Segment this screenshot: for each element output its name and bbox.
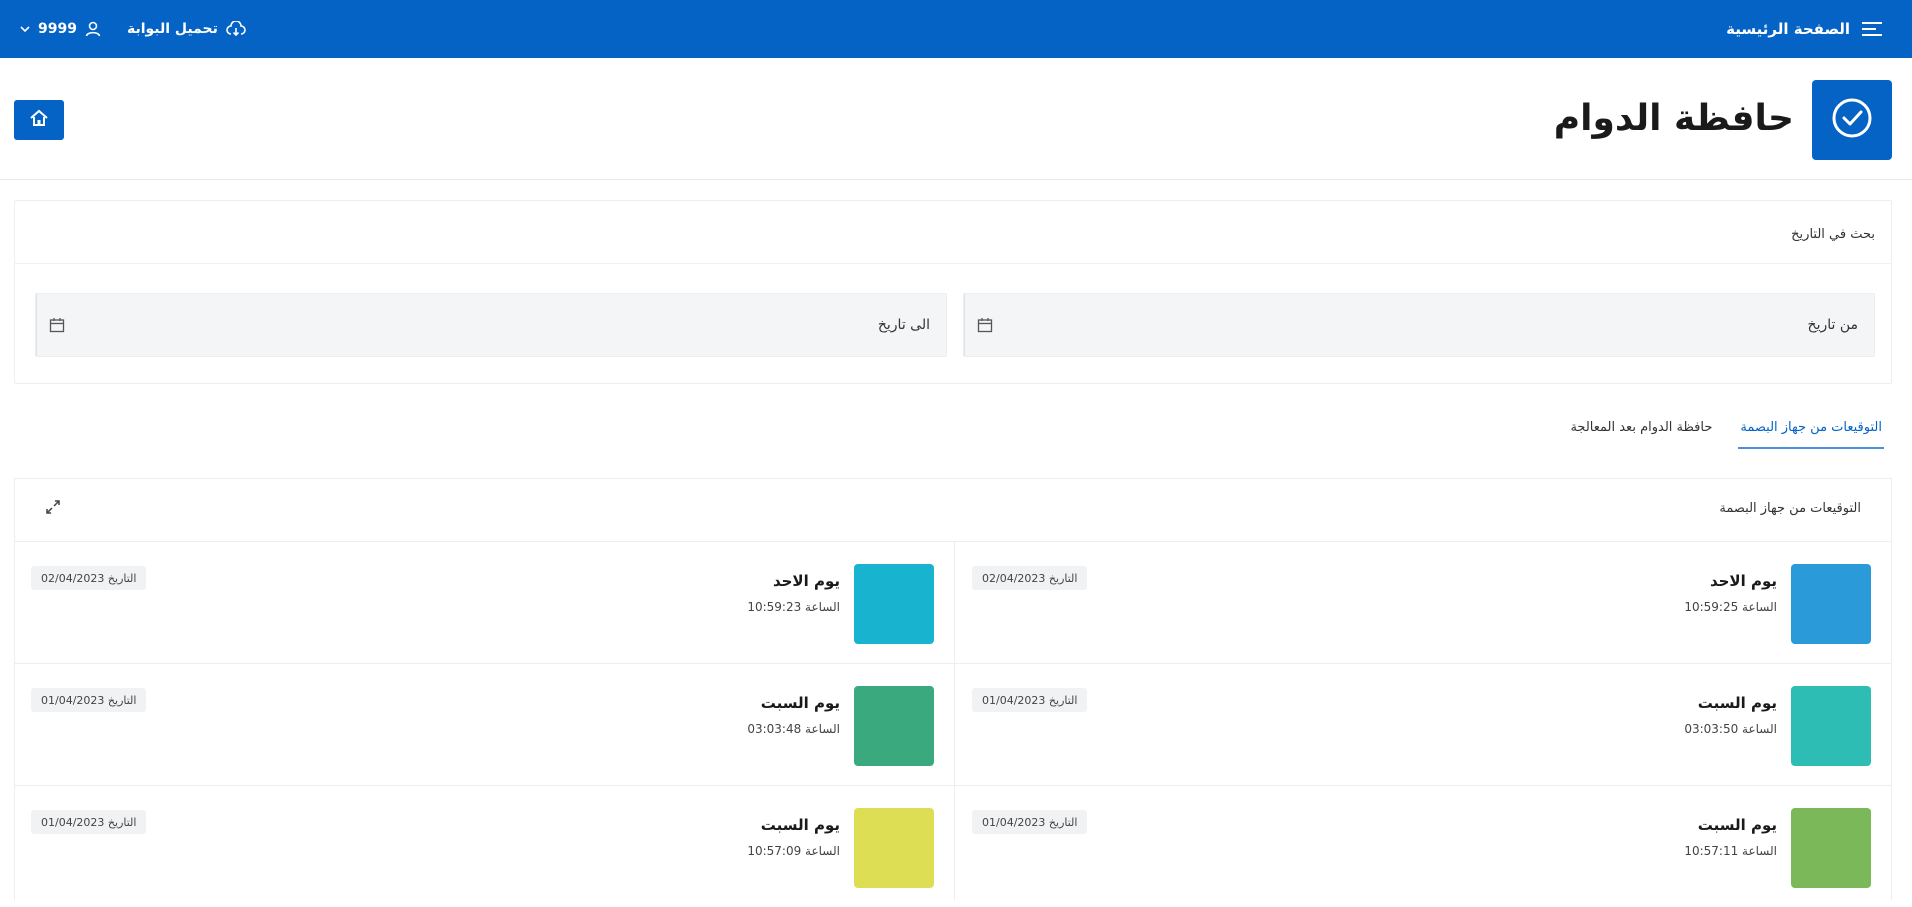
chevron-down-icon[interactable] (20, 25, 30, 33)
entry-color-tile (854, 564, 934, 644)
entry-date-badge: التاريخ 01/04/2023 (972, 810, 1088, 834)
list-item[interactable]: يوم السبت الساعة 10:57:11 التاريخ 01/04/… (952, 785, 1891, 907)
entry-day: يوم السبت (760, 694, 840, 712)
date-search-card: بحث في التاريخ من تاريخ الى تاريخ (14, 200, 1892, 384)
entry-time: الساعة 03:03:48 (747, 722, 840, 736)
entry-color-tile (1791, 686, 1871, 766)
home-icon (29, 108, 49, 132)
entry-time: الساعة 10:59:23 (747, 600, 840, 614)
list-title: التوقيعات من جهاز البصمة (1719, 501, 1861, 516)
home-button[interactable] (14, 100, 64, 140)
list-item[interactable]: يوم الاحد الساعة 10:59:23 التاريخ 02/04/… (15, 541, 954, 663)
entry-date-badge: التاريخ 01/04/2023 (31, 810, 147, 834)
entry-time: الساعة 10:57:09 (747, 844, 840, 858)
tabs-bar: التوقيعات من جهاز البصمة حافظة الدوام بع… (1568, 412, 1884, 454)
home-nav[interactable]: الصفحة الرئيسية (1726, 20, 1884, 38)
entry-day: يوم السبت (1697, 816, 1777, 834)
entry-day: يوم الاحد (772, 572, 840, 590)
from-date-field[interactable]: من تاريخ (963, 293, 1875, 357)
signatures-list-card: التوقيعات من جهاز البصمة يوم الاحد الساع… (14, 478, 1892, 900)
portal-download-label[interactable]: تحميل البوابة (127, 21, 218, 37)
entry-date-badge: التاريخ 02/04/2023 (972, 566, 1088, 590)
tab-device-signatures[interactable]: التوقيعات من جهاز البصمة (1738, 412, 1884, 449)
portal-download-link[interactable]: تحميل البوابة (127, 21, 246, 37)
card-divider (15, 263, 1891, 264)
to-calendar-icon[interactable] (36, 294, 76, 356)
entry-color-tile (1791, 808, 1871, 888)
entry-color-tile (854, 808, 934, 888)
from-date-label[interactable]: من تاريخ (1808, 317, 1858, 333)
page-header: حافظة الدوام (0, 58, 1912, 180)
entry-color-tile (1791, 564, 1871, 644)
list-item[interactable]: يوم السبت الساعة 03:03:50 التاريخ 01/04/… (952, 663, 1891, 785)
list-item[interactable]: يوم السبت الساعة 03:03:48 التاريخ 01/04/… (15, 663, 954, 785)
entry-day: يوم السبت (760, 816, 840, 834)
entry-time: الساعة 10:57:11 (1684, 844, 1777, 858)
entry-color-tile (854, 686, 934, 766)
entry-day: يوم الاحد (1709, 572, 1777, 590)
list-item[interactable]: يوم السبت الساعة 10:57:09 التاريخ 01/04/… (15, 785, 954, 907)
top-navbar: الصفحة الرئيسية تحميل البوابة 9999 (0, 0, 1912, 58)
entry-day: يوم السبت (1697, 694, 1777, 712)
check-circle-icon (1830, 96, 1874, 144)
entry-date-badge: التاريخ 02/04/2023 (31, 566, 147, 590)
search-card-title: بحث في التاريخ (1791, 227, 1875, 242)
to-date-label[interactable]: الى تاريخ (878, 317, 930, 333)
entry-time: الساعة 03:03:50 (1684, 722, 1777, 736)
hamburger-menu-icon[interactable] (1862, 20, 1884, 38)
list-item[interactable]: يوم الاحد الساعة 10:59:25 التاريخ 02/04/… (952, 541, 1891, 663)
page-title: حافظة الدوام (1553, 98, 1794, 139)
expand-icon[interactable] (43, 497, 63, 521)
entry-date-badge: التاريخ 01/04/2023 (31, 688, 147, 712)
page-badge (1812, 80, 1892, 160)
user-label[interactable]: 9999 (38, 21, 77, 37)
tab-processed-attendance[interactable]: حافظة الدوام بعد المعالجة (1568, 412, 1714, 447)
home-nav-label[interactable]: الصفحة الرئيسية (1726, 20, 1850, 38)
cloud-download-icon (226, 21, 246, 37)
user-icon (85, 21, 101, 37)
from-calendar-icon[interactable] (964, 294, 1004, 356)
to-date-field[interactable]: الى تاريخ (35, 293, 947, 357)
entry-date-badge: التاريخ 01/04/2023 (972, 688, 1088, 712)
entry-time: الساعة 10:59:25 (1684, 600, 1777, 614)
user-menu[interactable]: 9999 (20, 21, 101, 37)
